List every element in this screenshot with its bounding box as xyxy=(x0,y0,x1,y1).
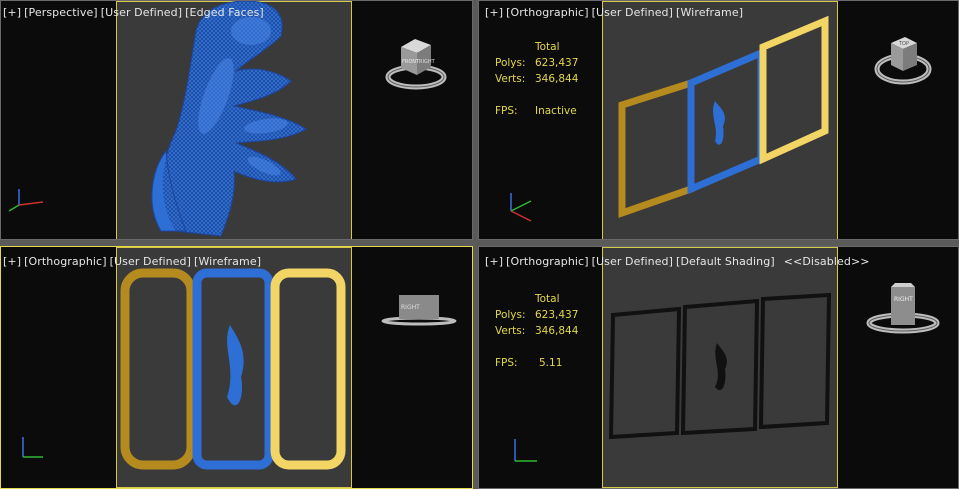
stats-total-header: Total xyxy=(535,293,560,305)
stats-panel: Total Polys: 623,437 Verts: 346,844 FPS: 5.… xyxy=(495,291,578,371)
svg-text:TOP: TOP xyxy=(898,41,909,47)
viewport-perspective[interactable]: [+] [Perspective] [User Defined] [Edged Fac… xyxy=(0,0,473,240)
axis-tripod-icon xyxy=(8,189,44,212)
viewport-ortho-top-right[interactable]: [+] [Orthographic] [User Defined] [Wirefram… xyxy=(478,0,959,240)
verts-label: Verts: xyxy=(495,73,526,85)
disabled-label[interactable]: <<Disabled>> xyxy=(784,255,870,268)
polys-label: Polys: xyxy=(495,57,526,69)
svg-text:FRONT: FRONT xyxy=(402,59,420,65)
view-type-label[interactable]: [Perspective] xyxy=(24,6,98,19)
view-type-label[interactable]: [Orthographic] xyxy=(506,6,588,19)
viewport-menu-plus[interactable]: [+] xyxy=(3,6,21,19)
viewport-label[interactable]: [+] [Orthographic] [User Defined] [Wirefram… xyxy=(485,6,746,19)
stats-total-header: Total xyxy=(535,41,560,53)
viewport-label[interactable]: [+] [Orthographic] [User Defined] [Wirefram… xyxy=(3,255,264,268)
viewport-label[interactable]: [+] [Perspective] [User Defined] [Edged Fac… xyxy=(3,6,267,19)
svg-text:RIGHT: RIGHT xyxy=(401,304,420,311)
frames-wireframe xyxy=(120,268,346,470)
shading-label[interactable]: [Wireframe] xyxy=(676,6,743,19)
viewcube[interactable]: RIGHT xyxy=(381,291,461,331)
polys-value: 623,437 xyxy=(535,309,579,321)
svg-text:RIGHT: RIGHT xyxy=(894,296,913,303)
viewport-menu-plus[interactable]: [+] xyxy=(485,255,503,268)
viewport-ortho-bottom-left[interactable]: [+] [Orthographic] [User Defined] [Wirefram… xyxy=(0,246,473,489)
viewcube[interactable]: TOP xyxy=(871,33,941,95)
viewcube[interactable]: RIGHT xyxy=(863,281,943,341)
verts-value: 346,844 xyxy=(535,325,579,337)
polys-label: Polys: xyxy=(495,309,526,321)
stats-panel: Total Polys: 623,437 Verts: 346,844 FPS: In… xyxy=(495,39,578,119)
axis-tripod-icon xyxy=(510,193,532,222)
fps-label: FPS: xyxy=(495,105,518,117)
viewcube[interactable]: FRONT RIGHT xyxy=(383,33,453,95)
viewport-menu-plus[interactable]: [+] xyxy=(3,255,21,268)
view-preset-label[interactable]: [User Defined] xyxy=(110,255,191,268)
polys-value: 623,437 xyxy=(535,57,579,69)
view-preset-label[interactable]: [User Defined] xyxy=(592,6,673,19)
fps-label: FPS: xyxy=(495,357,518,369)
axis-tripod-icon xyxy=(514,439,537,462)
view-type-label[interactable]: [Orthographic] xyxy=(24,255,106,268)
fps-value: 5.11 xyxy=(539,357,563,369)
view-preset-label[interactable]: [User Defined] xyxy=(592,255,673,268)
shading-label[interactable]: [Edged Faces] xyxy=(185,6,264,19)
verts-value: 346,844 xyxy=(535,73,579,85)
fps-value: Inactive xyxy=(535,105,577,117)
verts-label: Verts: xyxy=(495,325,526,337)
viewport-label[interactable]: [+] [Orthographic] [User Defined] [Default … xyxy=(485,255,873,268)
shading-label[interactable]: [Default Shading] xyxy=(676,255,775,268)
viewport-menu-plus[interactable]: [+] xyxy=(485,6,503,19)
shading-label[interactable]: [Wireframe] xyxy=(194,255,261,268)
view-preset-label[interactable]: [User Defined] xyxy=(101,6,182,19)
leaf-ornament-mesh xyxy=(151,1,307,237)
viewport-ortho-bottom-right[interactable]: [+] [Orthographic] [User Defined] [Default … xyxy=(478,246,959,489)
svg-text:RIGHT: RIGHT xyxy=(419,59,436,65)
axis-tripod-icon xyxy=(22,437,43,458)
view-type-label[interactable]: [Orthographic] xyxy=(506,255,588,268)
